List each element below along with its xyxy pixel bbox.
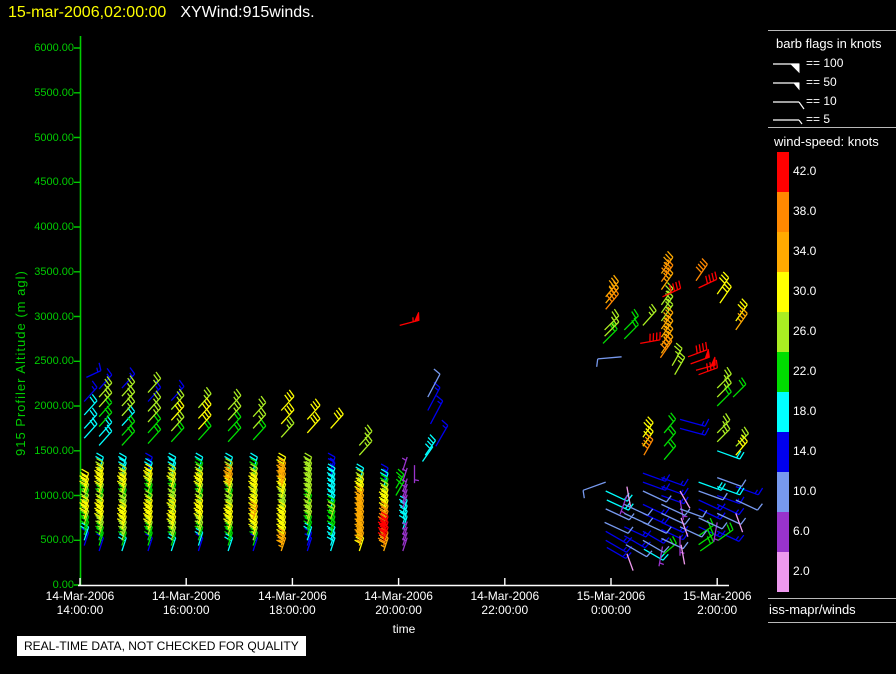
colorbar-segment <box>777 232 789 272</box>
wind-barb-group <box>80 394 745 561</box>
y-tick-label: 5500.00 <box>34 86 74 99</box>
colorbar-segment <box>777 472 789 512</box>
barb-flag-value-label: == 5 <box>806 112 831 126</box>
barb-flag-value-label: == 10 <box>806 94 837 108</box>
colorbar-value-label: 6.0 <box>793 524 810 538</box>
barb-flag-value-label: == 100 <box>806 56 844 70</box>
wind-speed-colorbar <box>777 152 789 592</box>
x-tick-time: 14:00:00 <box>56 603 104 617</box>
title-datetime: 15-mar-2006,02:00:00 <box>8 4 167 21</box>
x-tick-label: 14-Mar-2006 18:00:00 <box>258 589 327 617</box>
colorbar-segment <box>777 272 789 312</box>
flag-100-icon <box>789 63 800 74</box>
colorbar-value-label: 42.0 <box>793 164 817 178</box>
colorbar-segment <box>777 512 789 552</box>
y-tick-label: 1000.00 <box>34 489 74 502</box>
colorbar-value-label: 18.0 <box>793 404 817 418</box>
colorbar-segment <box>777 352 789 392</box>
colorbar-value-label: 26.0 <box>793 324 817 338</box>
x-tick-label: 14-Mar-2006 14:00:00 <box>45 589 115 617</box>
colorbar-segment <box>777 312 789 352</box>
colorbar-segment <box>777 432 789 472</box>
colorbar-value-label: 10.0 <box>793 484 817 498</box>
wind-barb-group <box>377 271 719 541</box>
x-tick-time: 0:00:00 <box>590 603 632 617</box>
x-tick-label: 15-Mar-2006 2:00:00 <box>682 589 752 617</box>
wind-barb-group <box>81 362 764 559</box>
barb-flag-value-label: == 50 <box>806 75 837 89</box>
x-tick-time: 22:00:00 <box>481 603 529 617</box>
x-axis-label: time <box>392 622 416 636</box>
x-tick-label: 14-Mar-2006 22:00:00 <box>470 589 540 617</box>
y-tick-label: 500.00 <box>40 534 74 547</box>
y-tick-label: 2500.00 <box>34 355 74 368</box>
colorbar-value-label: 14.0 <box>793 444 817 458</box>
wind-barb-group <box>80 308 747 555</box>
colorbar-segment <box>777 552 789 592</box>
x-axis-tick-marks <box>79 578 718 585</box>
wind-barb-group <box>79 271 748 552</box>
colorbar-segment <box>777 392 789 432</box>
y-tick-label: 4500.00 <box>34 176 74 189</box>
colorbar-value-label: 34.0 <box>793 244 817 258</box>
y-tick-label: 4000.00 <box>34 221 74 233</box>
x-tick-label: 14-Mar-2006 20:00:00 <box>364 589 433 617</box>
title-bar: 15-mar-2006,02:00:00 XYWind:915winds. <box>8 4 315 22</box>
legend-divider-top <box>768 30 896 31</box>
x-tick-time: 18:00:00 <box>269 603 316 617</box>
wind-barb-group <box>401 456 719 567</box>
y-tick-label: 3500.00 <box>34 265 74 278</box>
x-tick-time: 2:00:00 <box>697 603 738 617</box>
y-tick-label: 2000.00 <box>34 400 74 412</box>
colorbar-segment <box>777 192 789 232</box>
wind-barb-group <box>377 258 708 546</box>
colorbar-value-label: 22.0 <box>793 364 817 378</box>
colorbar-value-label: 30.0 <box>793 284 817 298</box>
barb-flags-legend-title: barb flags in knots <box>776 36 882 51</box>
wind-barb-group <box>626 486 744 571</box>
wind-speed-legend-title: wind-speed: knots <box>774 134 879 149</box>
y-tick-label: 1500.00 <box>34 444 74 457</box>
y-tick-label: 3000.00 <box>34 310 74 323</box>
colorbar-value-label: 2.0 <box>793 564 810 578</box>
x-tick-label: 15-Mar-2006 0:00:00 <box>576 589 646 617</box>
tick-5-icon <box>798 119 803 125</box>
x-tick-label: 14-Mar-2006 16:00:00 <box>151 589 221 617</box>
y-axis-tick-marks <box>74 47 80 586</box>
legend-divider-bottom2 <box>768 622 896 623</box>
flag-50-icon <box>792 82 800 91</box>
colorbar-segment <box>777 152 789 192</box>
x-tick-time: 20:00:00 <box>375 603 422 617</box>
page-title: XYWind:915winds. <box>180 4 315 21</box>
legend-divider-bottom1 <box>768 598 896 599</box>
wind-barb-canvas <box>74 36 764 587</box>
colorbar-value-label: 38.0 <box>793 204 817 218</box>
x-tick-time: 16:00:00 <box>162 603 210 617</box>
y-tick-label: 6000.00 <box>34 42 74 54</box>
tick-10-icon <box>798 101 805 110</box>
y-tick-label: 5000.00 <box>34 131 74 144</box>
data-source-label: iss-mapr/winds <box>769 602 856 617</box>
app-window: 15-mar-2006,02:00:00 XYWind:915winds. 915… <box>0 0 896 674</box>
realtime-warning-badge: REAL-TIME DATA, NOT CHECKED FOR QUALITY <box>17 636 306 656</box>
